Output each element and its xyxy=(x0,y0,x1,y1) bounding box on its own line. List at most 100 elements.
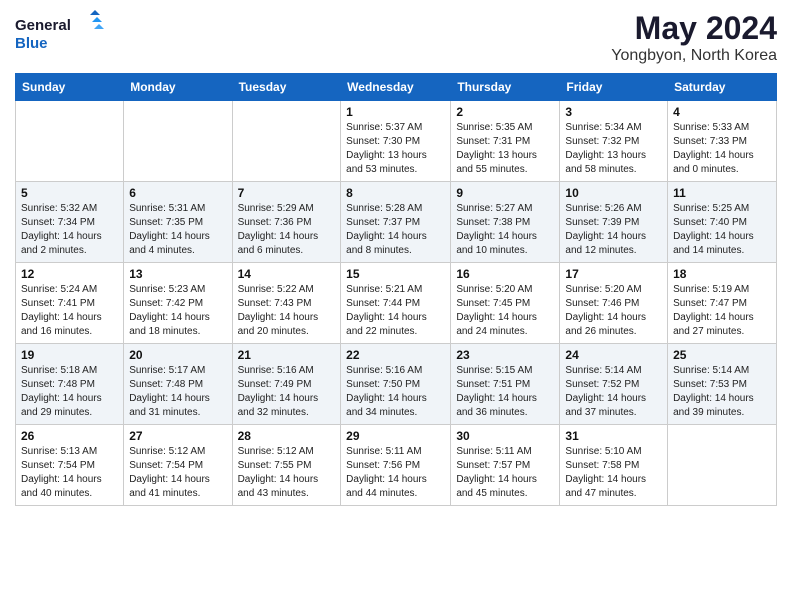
day-number: 8 xyxy=(346,186,445,200)
day-cell-27: 27Sunrise: 5:12 AM Sunset: 7:54 PM Dayli… xyxy=(124,425,232,506)
day-number: 31 xyxy=(565,429,662,443)
day-info: Sunrise: 5:16 AM Sunset: 7:50 PM Dayligh… xyxy=(346,364,445,420)
day-info: Sunrise: 5:34 AM Sunset: 7:32 PM Dayligh… xyxy=(565,121,662,177)
day-cell-21: 21 Sunrise: 5:16 AM Sunset: 7:49 PM Dayli… xyxy=(232,344,341,425)
day-header-tuesday: Tuesday xyxy=(232,74,341,101)
day-number: 17 xyxy=(565,267,662,281)
day-info: Sunrise: 5:14 AM Sunset: 7:53 PM Dayligh… xyxy=(673,364,771,420)
day-number: 5 xyxy=(21,186,118,200)
day-cell-31: 31 Sunrise: 5:10 AM Sunset: 7:58 PM Dayli… xyxy=(560,425,668,506)
day-cell-2: 2 Sunrise: 5:35 AM Sunset: 7:31 PM Daylig… xyxy=(451,101,560,182)
day-number: 25 xyxy=(673,348,771,362)
day-info: Sunrise: 5:14 AM Sunset: 7:52 PM Dayligh… xyxy=(565,364,662,420)
day-info: Sunrise: 5:15 AM Sunset: 7:51 PM Dayligh… xyxy=(456,364,554,420)
week-row-1: 1 Sunrise: 5:37 AM Sunset: 7:30 PM Daylig… xyxy=(16,101,777,182)
day-header-saturday: Saturday xyxy=(668,74,777,101)
day-info: Sunrise: 5:12 AM Sunset: 7:55 PM Dayligh… xyxy=(238,445,336,501)
header-row: SundayMondayTuesdayWednesdayThursdayFrid… xyxy=(16,74,777,101)
day-number: 15 xyxy=(346,267,445,281)
empty-cell xyxy=(232,101,341,182)
day-info: Sunrise: 5:32 AM Sunset: 7:34 PM Dayligh… xyxy=(21,202,118,258)
calendar-table: SundayMondayTuesdayWednesdayThursdayFrid… xyxy=(15,73,777,506)
week-row-2: 5 Sunrise: 5:32 AM Sunset: 7:34 PM Daylig… xyxy=(16,182,777,263)
day-info: Sunrise: 5:27 AM Sunset: 7:38 PM Dayligh… xyxy=(456,202,554,258)
day-info: Sunrise: 5:10 AM Sunset: 7:58 PM Dayligh… xyxy=(565,445,662,501)
day-number: 7 xyxy=(238,186,336,200)
day-cell-14: 14Sunrise: 5:22 AM Sunset: 7:43 PM Dayli… xyxy=(232,263,341,344)
day-cell-22: 22 Sunrise: 5:16 AM Sunset: 7:50 PM Dayli… xyxy=(341,344,451,425)
day-number: 19 xyxy=(21,348,118,362)
day-cell-5: 5 Sunrise: 5:32 AM Sunset: 7:34 PM Daylig… xyxy=(16,182,124,263)
day-cell-3: 3 Sunrise: 5:34 AM Sunset: 7:32 PM Daylig… xyxy=(560,101,668,182)
day-info: Sunrise: 5:11 AM Sunset: 7:56 PM Dayligh… xyxy=(346,445,445,501)
svg-text:General: General xyxy=(15,17,71,34)
day-cell-10: 10 Sunrise: 5:26 AM Sunset: 7:39 PM Dayli… xyxy=(560,182,668,263)
day-number: 24 xyxy=(565,348,662,362)
day-header-thursday: Thursday xyxy=(451,74,560,101)
day-info: Sunrise: 5:28 AM Sunset: 7:37 PM Dayligh… xyxy=(346,202,445,258)
day-number: 3 xyxy=(565,105,662,119)
week-row-3: 12Sunrise: 5:24 AM Sunset: 7:41 PM Dayli… xyxy=(16,263,777,344)
day-cell-9: 9 Sunrise: 5:27 AM Sunset: 7:38 PM Daylig… xyxy=(451,182,560,263)
day-cell-28: 28 Sunrise: 5:12 AM Sunset: 7:55 PM Dayli… xyxy=(232,425,341,506)
day-info: Sunrise: 5:26 AM Sunset: 7:39 PM Dayligh… xyxy=(565,202,662,258)
day-cell-7: 7 Sunrise: 5:29 AM Sunset: 7:36 PM Daylig… xyxy=(232,182,341,263)
day-cell-17: 17Sunrise: 5:20 AM Sunset: 7:46 PM Dayli… xyxy=(560,263,668,344)
day-number: 2 xyxy=(456,105,554,119)
day-number: 20 xyxy=(129,348,226,362)
day-header-sunday: Sunday xyxy=(16,74,124,101)
day-number: 30 xyxy=(456,429,554,443)
page-subtitle: Yongbyon, North Korea xyxy=(611,47,777,65)
day-info: Sunrise: 5:19 AM Sunset: 7:47 PM Dayligh… xyxy=(673,283,771,339)
week-row-5: 26Sunrise: 5:13 AM Sunset: 7:54 PM Dayli… xyxy=(16,425,777,506)
day-number: 21 xyxy=(238,348,336,362)
day-info: Sunrise: 5:37 AM Sunset: 7:30 PM Dayligh… xyxy=(346,121,445,177)
day-number: 18 xyxy=(673,267,771,281)
week-row-4: 19 Sunrise: 5:18 AM Sunset: 7:48 PM Dayli… xyxy=(16,344,777,425)
day-info: Sunrise: 5:29 AM Sunset: 7:36 PM Dayligh… xyxy=(238,202,336,258)
day-info: Sunrise: 5:18 AM Sunset: 7:48 PM Dayligh… xyxy=(21,364,118,420)
day-cell-29: 29Sunrise: 5:11 AM Sunset: 7:56 PM Dayli… xyxy=(341,425,451,506)
day-number: 10 xyxy=(565,186,662,200)
day-cell-1: 1 Sunrise: 5:37 AM Sunset: 7:30 PM Daylig… xyxy=(341,101,451,182)
day-info: Sunrise: 5:24 AM Sunset: 7:41 PM Dayligh… xyxy=(21,283,118,339)
empty-cell xyxy=(124,101,232,182)
day-cell-20: 20Sunrise: 5:17 AM Sunset: 7:48 PM Dayli… xyxy=(124,344,232,425)
day-cell-12: 12Sunrise: 5:24 AM Sunset: 7:41 PM Dayli… xyxy=(16,263,124,344)
day-number: 6 xyxy=(129,186,226,200)
day-header-monday: Monday xyxy=(124,74,232,101)
day-cell-23: 23Sunrise: 5:15 AM Sunset: 7:51 PM Dayli… xyxy=(451,344,560,425)
empty-cell xyxy=(668,425,777,506)
day-info: Sunrise: 5:20 AM Sunset: 7:45 PM Dayligh… xyxy=(456,283,554,339)
day-header-wednesday: Wednesday xyxy=(341,74,451,101)
day-info: Sunrise: 5:16 AM Sunset: 7:49 PM Dayligh… xyxy=(238,364,336,420)
logo-svg: General Blue xyxy=(15,10,105,58)
day-number: 16 xyxy=(456,267,554,281)
logo: General Blue xyxy=(15,10,105,58)
day-number: 28 xyxy=(238,429,336,443)
day-header-friday: Friday xyxy=(560,74,668,101)
day-info: Sunrise: 5:23 AM Sunset: 7:42 PM Dayligh… xyxy=(129,283,226,339)
page-header: General Blue May 2024 Yongbyon, North Ko… xyxy=(15,10,777,65)
day-cell-16: 16 Sunrise: 5:20 AM Sunset: 7:45 PM Dayli… xyxy=(451,263,560,344)
svg-text:Blue: Blue xyxy=(15,35,48,52)
day-info: Sunrise: 5:35 AM Sunset: 7:31 PM Dayligh… xyxy=(456,121,554,177)
day-number: 9 xyxy=(456,186,554,200)
day-number: 26 xyxy=(21,429,118,443)
day-cell-4: 4Sunrise: 5:33 AM Sunset: 7:33 PM Daylig… xyxy=(668,101,777,182)
day-number: 1 xyxy=(346,105,445,119)
day-info: Sunrise: 5:21 AM Sunset: 7:44 PM Dayligh… xyxy=(346,283,445,339)
empty-cell xyxy=(16,101,124,182)
day-cell-30: 30Sunrise: 5:11 AM Sunset: 7:57 PM Dayli… xyxy=(451,425,560,506)
day-number: 22 xyxy=(346,348,445,362)
day-cell-18: 18 Sunrise: 5:19 AM Sunset: 7:47 PM Dayli… xyxy=(668,263,777,344)
day-cell-6: 6Sunrise: 5:31 AM Sunset: 7:35 PM Daylig… xyxy=(124,182,232,263)
day-cell-19: 19 Sunrise: 5:18 AM Sunset: 7:48 PM Dayli… xyxy=(16,344,124,425)
day-info: Sunrise: 5:22 AM Sunset: 7:43 PM Dayligh… xyxy=(238,283,336,339)
day-number: 11 xyxy=(673,186,771,200)
day-number: 13 xyxy=(129,267,226,281)
day-cell-26: 26Sunrise: 5:13 AM Sunset: 7:54 PM Dayli… xyxy=(16,425,124,506)
day-cell-11: 11Sunrise: 5:25 AM Sunset: 7:40 PM Dayli… xyxy=(668,182,777,263)
day-cell-15: 15 Sunrise: 5:21 AM Sunset: 7:44 PM Dayli… xyxy=(341,263,451,344)
day-cell-8: 8 Sunrise: 5:28 AM Sunset: 7:37 PM Daylig… xyxy=(341,182,451,263)
